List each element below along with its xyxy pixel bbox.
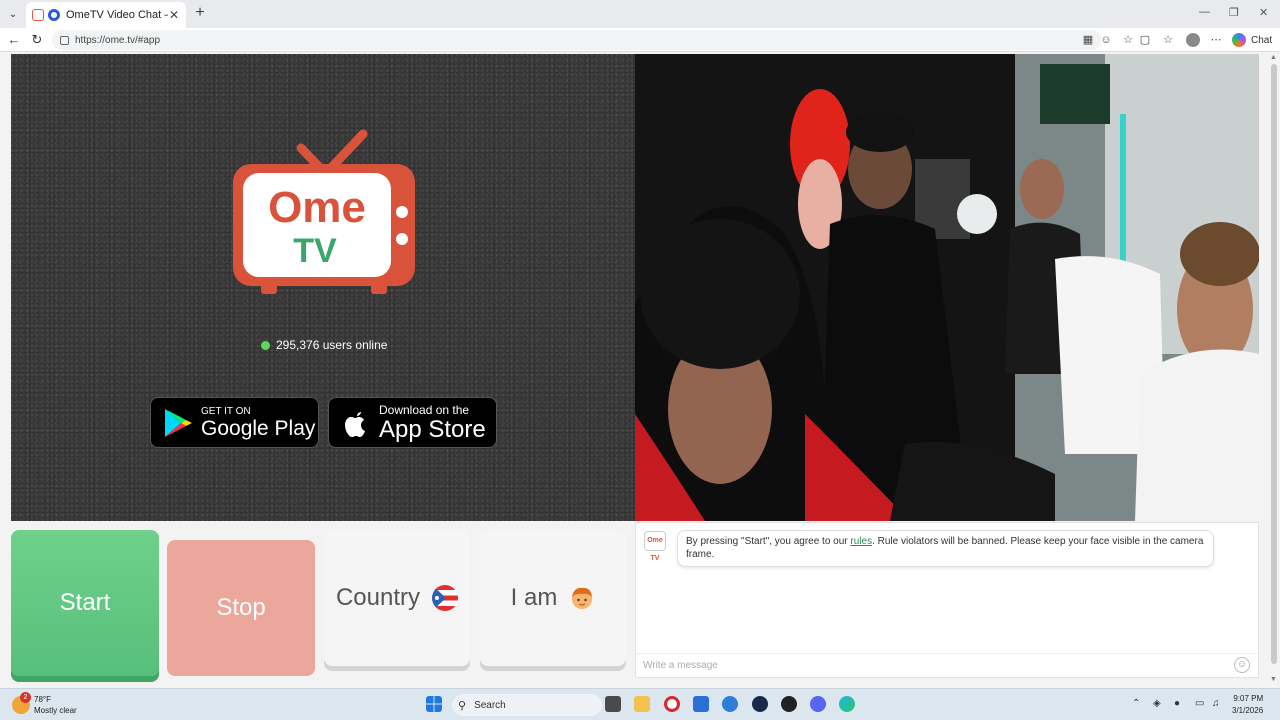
weather-icon: 2 [12, 692, 31, 714]
scrollbar-thumb[interactable] [1271, 64, 1277, 664]
taskbar-search[interactable]: ⚲ Search [452, 694, 602, 716]
opera-icon[interactable] [664, 696, 680, 712]
edge-icon[interactable] [839, 696, 855, 712]
store-icon[interactable] [693, 696, 709, 712]
recording-icon [48, 9, 60, 21]
users-online-indicator: 295,376 users online [261, 338, 387, 352]
weather-widget[interactable]: 2 78°F Mostly clear [12, 692, 77, 716]
clock-time: 9:07 PM [1233, 694, 1264, 703]
copilot-chat-button[interactable]: Chat [1232, 32, 1272, 48]
task-view-icon[interactable] [605, 696, 621, 712]
refresh-icon[interactable]: ↻ [29, 32, 45, 48]
microphone-icon[interactable]: ● [1174, 698, 1180, 709]
tray-overflow-icon[interactable]: ⌃ [1132, 698, 1140, 709]
split-icon[interactable]: ▦ [1081, 33, 1095, 47]
message-text-before: By pressing "Start", you agree to our [686, 536, 851, 547]
google-play-small-text: GET IT ON [201, 405, 251, 417]
stop-label: Stop [216, 594, 266, 621]
volume-icon[interactable]: ♫ [1212, 698, 1220, 709]
app-store-small-text: Download on the [379, 402, 470, 417]
browser-tab[interactable]: OmeTV Video Chat — Omegle ✕ [26, 2, 186, 28]
stop-button[interactable]: Stop [167, 540, 315, 676]
collections-icon[interactable]: ☆ [1161, 33, 1175, 47]
app-store-badge[interactable]: Download on the App Store [328, 397, 497, 448]
start-label: Start [59, 589, 111, 616]
url-text: https://ome.tv/#app [75, 34, 161, 46]
app-icon-record[interactable] [781, 696, 797, 712]
copilot-icon [1232, 33, 1246, 47]
google-play-icon [165, 408, 192, 437]
app-icon-dark[interactable] [752, 696, 768, 712]
boy-emoji-icon [572, 587, 593, 609]
google-play-badge[interactable]: GET IT ON Google Play [150, 397, 319, 448]
system-avatar: Ome TV [644, 531, 666, 562]
clock-date: 3/1/2026 [1232, 706, 1264, 715]
emoji-icon[interactable]: ☺ [1234, 657, 1250, 673]
url-field[interactable]: https://ome.tv/#app [52, 30, 1102, 50]
page-scrollbar[interactable]: ▲ ▼ [1268, 52, 1280, 688]
new-tab-button[interactable]: + [192, 5, 208, 21]
users-online-count: 295,376 users online [276, 338, 388, 352]
more-icon[interactable]: ⋯ [1209, 33, 1223, 47]
window-close-icon[interactable]: ✕ [1259, 6, 1268, 19]
chat-label: Chat [1251, 34, 1273, 46]
back-icon[interactable]: ← [6, 32, 22, 48]
app-store-big-text: App Store [379, 415, 486, 443]
media-icon[interactable]: ▢ [1138, 33, 1152, 47]
battery-icon[interactable]: ▭ [1195, 698, 1204, 709]
country-label: Country [335, 584, 421, 611]
remote-video-panel [635, 54, 1259, 521]
local-video-panel: Ome TV 295,376 users online GET IT ON Go… [11, 54, 635, 521]
remote-video-feed [635, 54, 1259, 521]
online-dot-icon [261, 340, 270, 350]
rules-link[interactable]: rules [850, 536, 872, 547]
country-button[interactable]: Country [324, 530, 470, 666]
logo-ome-text: Ome [268, 183, 366, 232]
chat-panel: Ome TV By pressing "Start", you agree to… [635, 522, 1259, 678]
tab-title: OmeTV Video Chat — Omegle [66, 9, 168, 21]
i-am-button[interactable]: I am [480, 530, 626, 666]
start-button[interactable]: Start [11, 530, 159, 676]
page-favicon-icon [32, 9, 44, 21]
app-icon-blue[interactable] [722, 696, 738, 712]
wifi-icon[interactable]: ◈ [1153, 698, 1161, 709]
weather-condition: Mostly clear [34, 706, 77, 715]
ometv-logo: Ome TV [233, 129, 415, 294]
system-message: By pressing "Start", you agree to our ru… [677, 530, 1214, 567]
weather-temp: 78°F [34, 695, 51, 704]
i-am-label: I am [510, 584, 558, 611]
os-taskbar: 2 78°F Mostly clear ⚲ Search ⌃ ◈ ● ▭ ♫ 9… [0, 688, 1280, 720]
lock-icon [60, 35, 69, 45]
close-tab-icon[interactable]: ✕ [168, 8, 180, 22]
puerto-rico-flag-icon [432, 585, 459, 611]
search-label: Search [474, 699, 506, 711]
reader-icon[interactable]: ☺ [1099, 33, 1113, 47]
file-explorer-icon[interactable] [634, 696, 650, 712]
address-toolbar: ← ↻ https://ome.tv/#app ▦ ☺ ☆ ▢ ☆ ⋯ Chat [0, 28, 1280, 52]
apple-icon [345, 411, 365, 437]
message-input[interactable]: Write a message [636, 653, 1258, 677]
scroll-up-icon[interactable]: ▲ [1270, 54, 1277, 61]
search-icon: ⚲ [458, 699, 467, 712]
tab-list-icon[interactable]: ⌄ [4, 5, 22, 23]
minimize-icon[interactable]: — [1199, 6, 1210, 18]
logo-tv-text: TV [293, 232, 337, 270]
google-play-big-text: Google Play [201, 416, 316, 440]
favorite-icon[interactable]: ☆ [1121, 33, 1135, 47]
maximize-icon[interactable]: ❐ [1229, 6, 1239, 19]
profile-icon[interactable] [1186, 33, 1200, 47]
system-clock[interactable]: 9:07 PM 3/1/2026 [1232, 693, 1263, 717]
weather-badge: 2 [20, 692, 31, 703]
discord-icon[interactable] [810, 696, 826, 712]
windows-icon[interactable] [426, 696, 442, 712]
browser-tab-bar: ⌄ OmeTV Video Chat — Omegle ✕ + — ❐ ✕ [0, 0, 1280, 28]
scroll-down-icon[interactable]: ▼ [1270, 676, 1277, 683]
